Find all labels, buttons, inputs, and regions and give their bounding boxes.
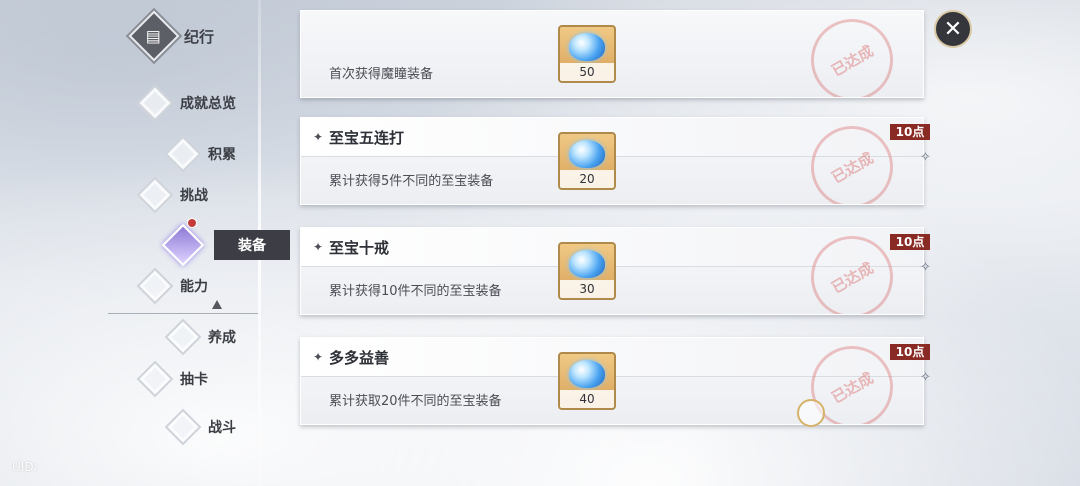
diamond-icon (164, 318, 202, 356)
touch-cursor-icon (797, 399, 825, 427)
nav-label: 养成 (208, 330, 236, 346)
achievement-card[interactable]: ✦ 多多益善 累计获取20件不同的至宝装备 40 已达成 (300, 337, 924, 425)
gem-icon (569, 140, 605, 168)
achievement-card[interactable]: ✦ 至宝五连打 累计获得5件不同的至宝装备 20 已达成 (300, 117, 924, 205)
nav-label: 成就总览 (180, 96, 236, 112)
points-badge: 10点 (890, 234, 930, 250)
notification-dot-icon (187, 218, 197, 228)
sparkle-icon: ✦ (313, 240, 324, 254)
active-diamond-icon (161, 223, 205, 267)
sparkle-icon: ✧ (920, 150, 931, 165)
sparkle-icon: ✧ (920, 260, 931, 275)
achievement-card[interactable]: 首次获得魔瞳装备 50 已达成 (300, 10, 924, 98)
nav-label-active: 装备 (214, 230, 290, 260)
nav-label: 抽卡 (180, 372, 208, 388)
nav-label: 积累 (208, 147, 236, 163)
reward-count: 20 (560, 170, 614, 188)
sparkle-icon: ✦ (313, 130, 324, 144)
achievement-title: 多多益善 (329, 349, 390, 367)
reward-slot[interactable]: 30 (558, 242, 616, 300)
diamond-icon (136, 176, 174, 214)
achievement-title: 至宝五连打 (329, 129, 405, 147)
nav-item-gacha[interactable]: 抽卡 (136, 360, 208, 398)
nav-item-cultivate[interactable]: 养成 (164, 318, 236, 356)
reward-slot[interactable]: 20 (558, 132, 616, 190)
diamond-icon (164, 135, 202, 173)
points-badge: 10点 (890, 124, 930, 140)
nav-divider (108, 313, 258, 314)
sparkle-icon: ✦ (313, 350, 324, 364)
nav-item-battle[interactable]: 战斗 (164, 408, 236, 446)
gem-icon (569, 250, 605, 278)
diamond-icon (136, 84, 174, 122)
nav-item-overview[interactable]: 成就总览 (136, 84, 236, 122)
gem-icon (569, 360, 605, 388)
nav-item-equipment[interactable]: 装备 (161, 223, 290, 267)
achievement-desc: 累计获得10件不同的至宝装备 (329, 284, 502, 299)
sparkle-icon: ✧ (920, 370, 931, 385)
achievement-desc: 累计获取20件不同的至宝装备 (329, 394, 502, 409)
nav-item-challenge[interactable]: 挑战 (136, 176, 208, 214)
nav-label: 能力 (180, 279, 208, 295)
achievement-title: 至宝十戒 (329, 239, 390, 257)
nav-label: 挑战 (180, 188, 208, 204)
nav-label: 战斗 (208, 420, 236, 436)
close-button[interactable]: ✕ (934, 10, 972, 48)
diamond-icon (136, 267, 174, 305)
achievement-card[interactable]: ✦ 至宝十戒 累计获得10件不同的至宝装备 30 已达成 (300, 227, 924, 315)
achievement-desc: 首次获得魔瞳装备 (329, 67, 434, 82)
gem-icon (569, 33, 605, 61)
diamond-icon (136, 360, 174, 398)
completed-stamp: 已达成 (795, 11, 909, 97)
achievement-desc: 累计获得5件不同的至宝装备 (329, 174, 494, 189)
uid-label: UID: (12, 460, 38, 474)
points-badge: 10点 (890, 344, 930, 360)
reward-slot[interactable]: 50 (558, 25, 616, 83)
page-header: ▤ 纪行 (128, 10, 215, 62)
reward-count: 50 (560, 63, 614, 81)
reward-slot[interactable]: 40 (558, 352, 616, 410)
nav-item-accumulate[interactable]: 积累 (164, 135, 236, 173)
reward-count: 30 (560, 280, 614, 298)
page-title: 纪行 (184, 27, 215, 46)
book-icon: ▤ (128, 10, 180, 62)
expand-triangle-icon (212, 300, 222, 309)
diamond-icon (164, 408, 202, 446)
nav-item-ability[interactable]: 能力 (136, 267, 208, 305)
reward-count: 40 (560, 390, 614, 408)
